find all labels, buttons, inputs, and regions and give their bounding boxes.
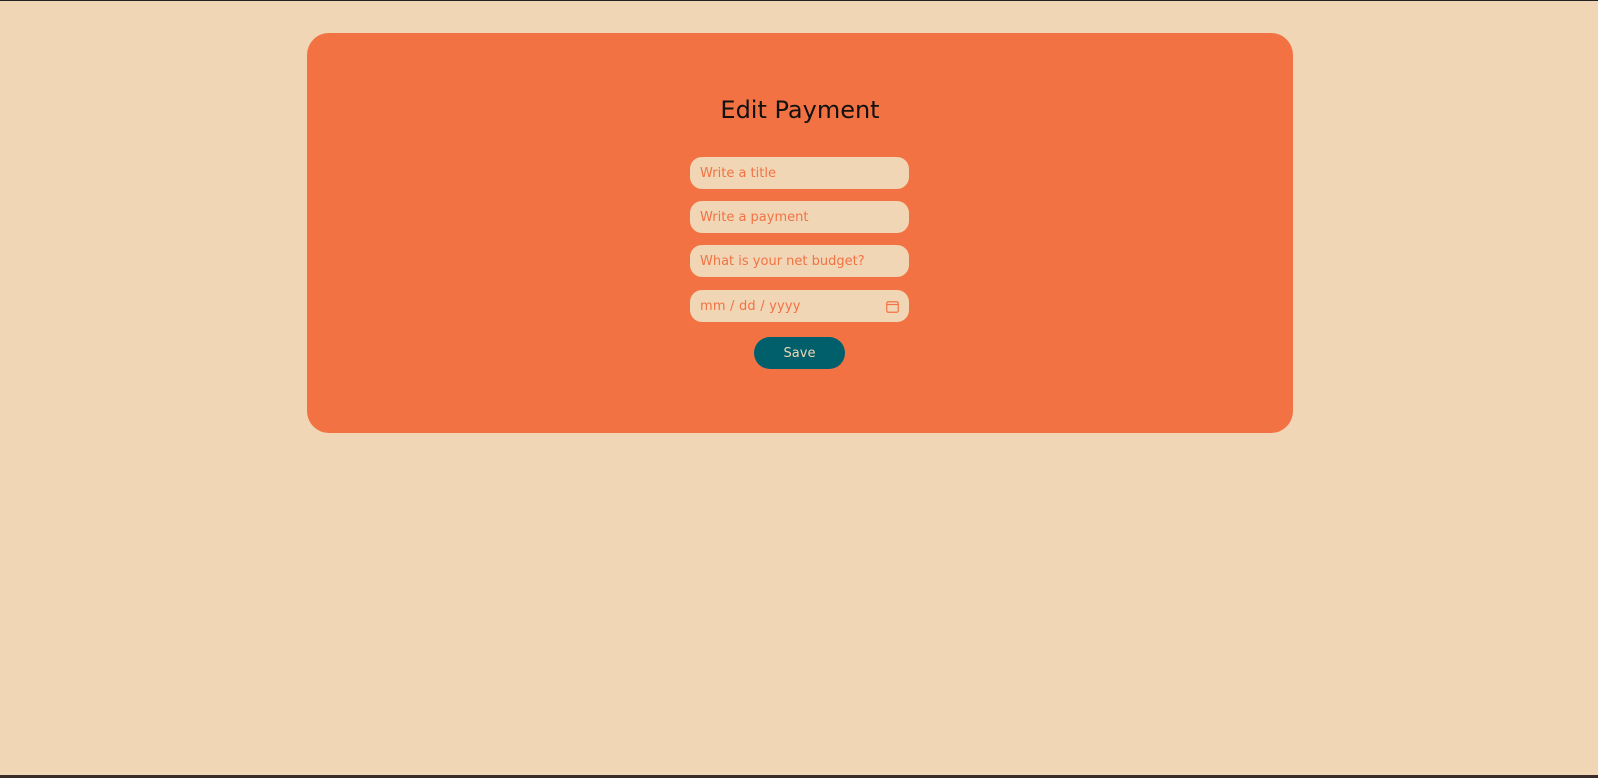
title-input[interactable] <box>700 165 899 181</box>
calendar-icon[interactable] <box>885 299 899 313</box>
page-title: Edit Payment <box>720 96 880 124</box>
payment-input[interactable] <box>700 209 899 225</box>
save-button[interactable]: Save <box>754 337 845 369</box>
date-input[interactable]: mm / dd / yyyy <box>700 299 885 314</box>
date-field[interactable]: mm / dd / yyyy <box>690 290 909 322</box>
edit-payment-card: Edit Payment mm / dd / yyyy Save <box>307 33 1293 433</box>
budget-field[interactable] <box>690 245 909 277</box>
budget-input[interactable] <box>700 253 899 269</box>
top-border-line <box>0 0 1598 1</box>
title-field[interactable] <box>690 157 909 189</box>
payment-field[interactable] <box>690 201 909 233</box>
